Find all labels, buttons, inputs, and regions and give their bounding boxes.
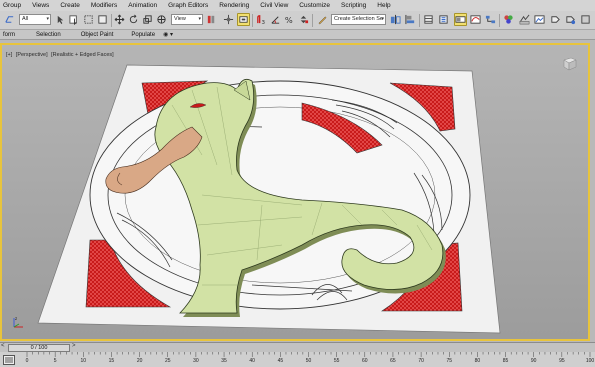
ruler-label: 50 xyxy=(305,358,312,364)
ruler-label: 0 xyxy=(25,358,29,364)
window-crossing-icon[interactable] xyxy=(96,13,109,26)
track-bar[interactable]: 0 5 10 15 20 25 30 35 40 45 50 55 60 65 70 75 80 85 90 95 10… xyxy=(0,352,595,367)
rectangular-selection-icon[interactable] xyxy=(82,13,95,26)
edit-named-selection-icon[interactable] xyxy=(316,13,329,26)
graphite-ribbon-icon[interactable] xyxy=(454,13,467,26)
ruler-label: 55 xyxy=(333,358,340,364)
menu-graph-editors[interactable]: Graph Editors xyxy=(163,0,214,11)
menu-civil-view[interactable]: Civil View xyxy=(255,0,294,11)
menu-group[interactable]: Group xyxy=(0,0,27,11)
ruler-label: 40 xyxy=(249,358,255,364)
percent-snap-icon[interactable]: % xyxy=(283,13,296,26)
scene-explorer-icon[interactable] xyxy=(437,13,450,26)
ruler-label: 25 xyxy=(164,358,171,364)
menu-modifiers[interactable]: Modifiers xyxy=(86,0,123,11)
ruler-label: 65 xyxy=(390,358,396,364)
ruler-label: 5 xyxy=(53,358,57,364)
chevron-down-icon: ▾ xyxy=(381,16,384,22)
svg-text:3: 3 xyxy=(262,20,266,25)
select-scale-icon[interactable] xyxy=(141,13,154,26)
ruler-label: 20 xyxy=(136,358,143,364)
mini-curve-editor-icon[interactable] xyxy=(3,355,15,365)
ruler-label: 15 xyxy=(108,358,115,364)
layer-explorer-icon[interactable] xyxy=(422,13,435,26)
tab-freeform[interactable]: form xyxy=(0,30,24,40)
ruler-label: 60 xyxy=(362,358,368,364)
ruler-label: 75 xyxy=(446,358,453,364)
toolbar-separator xyxy=(499,14,500,27)
axis-tripod-icon: z xyxy=(10,315,26,333)
menu-scripting[interactable]: Scripting xyxy=(336,0,372,11)
svg-text:%: % xyxy=(285,15,293,25)
snaps-toggle-icon[interactable]: 3 xyxy=(255,13,268,26)
undo-icon[interactable] xyxy=(3,13,16,26)
select-place-icon[interactable] xyxy=(155,13,168,26)
rendered-frame-window-icon[interactable] xyxy=(533,13,546,26)
main-toolbar: All ▾ View ▾ 3 % Create Selection Se ▾ xyxy=(0,11,595,30)
selection-filter-dropdown[interactable]: All ▾ xyxy=(19,14,51,25)
time-slider-bar: < 0 / 100 > xyxy=(0,342,595,352)
ruler-label: 90 xyxy=(530,358,537,364)
select-object-icon[interactable] xyxy=(54,13,67,26)
ruler-label: 35 xyxy=(221,358,227,364)
tab-selection[interactable]: Selection xyxy=(24,30,75,40)
named-selection-set-field[interactable]: Create Selection Se ▾ xyxy=(331,14,386,25)
toolbar-separator xyxy=(419,14,420,27)
svg-text:z: z xyxy=(15,316,17,321)
menu-customize[interactable]: Customize xyxy=(294,0,336,11)
chevron-down-icon: ▾ xyxy=(198,16,201,22)
schematic-view-icon[interactable] xyxy=(484,13,497,26)
frame-ruler: 0 5 10 15 20 25 30 35 40 45 50 55 60 65 70 75 80 85 90 95 10… xyxy=(24,352,595,367)
perspective-viewport[interactable]: [+] [Perspective] [Realistic + Edged Fac… xyxy=(0,43,590,341)
menu-rendering[interactable]: Rendering xyxy=(214,0,255,11)
menu-animation[interactable]: Animation xyxy=(123,0,163,11)
menu-help[interactable]: Help xyxy=(372,0,396,11)
tab-object-paint[interactable]: Object Paint xyxy=(75,30,128,40)
ruler-label: 70 xyxy=(418,358,424,364)
ruler-label: 30 xyxy=(193,358,199,364)
curve-editor-icon[interactable] xyxy=(469,13,482,26)
ruler-label: 45 xyxy=(277,358,284,364)
chevron-down-icon: ▾ xyxy=(46,16,49,22)
ruler-label: 85 xyxy=(502,358,509,364)
toolbar-separator xyxy=(252,14,253,27)
viewcube[interactable] xyxy=(562,56,578,74)
spinner-snap-icon[interactable] xyxy=(297,13,310,26)
select-rotate-icon[interactable] xyxy=(127,13,140,26)
angle-snap-icon[interactable] xyxy=(269,13,282,26)
ruler-label: 100 xyxy=(585,358,595,364)
ruler-label: 95 xyxy=(559,358,565,364)
menu-views[interactable]: Views xyxy=(27,0,55,11)
ruler-label: 10 xyxy=(80,358,87,364)
menu-bar: Group Views Create Modifiers Animation G… xyxy=(0,0,595,11)
align-icon[interactable] xyxy=(404,13,417,26)
ruler-label: 80 xyxy=(474,358,481,364)
toolbar-separator xyxy=(111,14,112,27)
reference-coordinate-value: View xyxy=(174,16,186,22)
render-setup-icon[interactable] xyxy=(518,13,531,26)
named-selection-placeholder: Create Selection Se xyxy=(334,16,383,22)
prev-frame-icon[interactable]: < xyxy=(1,343,5,349)
ribbon-minimize-toggle[interactable]: ◉ ▾ xyxy=(163,31,173,38)
select-move-icon[interactable] xyxy=(113,13,126,26)
toolbar-separator xyxy=(312,14,313,27)
frame-indicator: 0 / 100 xyxy=(30,345,48,351)
select-by-name-icon[interactable] xyxy=(68,13,81,26)
material-editor-icon[interactable] xyxy=(502,13,515,26)
keyboard-shortcut-icon[interactable] xyxy=(237,13,250,26)
ribbon-tabs: form Selection Object Paint Populate ◉ ▾ xyxy=(0,30,595,40)
select-manipulate-icon[interactable] xyxy=(222,13,235,26)
time-slider-thumb[interactable]: 0 / 100 xyxy=(8,344,70,352)
active-shade-icon[interactable] xyxy=(579,13,592,26)
menu-create[interactable]: Create xyxy=(55,0,86,11)
tab-populate[interactable]: Populate xyxy=(127,30,161,40)
selection-filter-value: All xyxy=(22,16,29,22)
use-pivot-center-icon[interactable] xyxy=(205,13,218,26)
render-production-icon[interactable] xyxy=(549,13,562,26)
mirror-icon[interactable] xyxy=(389,13,402,26)
scene-render xyxy=(37,64,501,334)
reference-coordinate-dropdown[interactable]: View ▾ xyxy=(171,14,203,25)
next-frame-icon[interactable]: > xyxy=(72,343,76,349)
render-iterative-icon[interactable] xyxy=(564,13,577,26)
